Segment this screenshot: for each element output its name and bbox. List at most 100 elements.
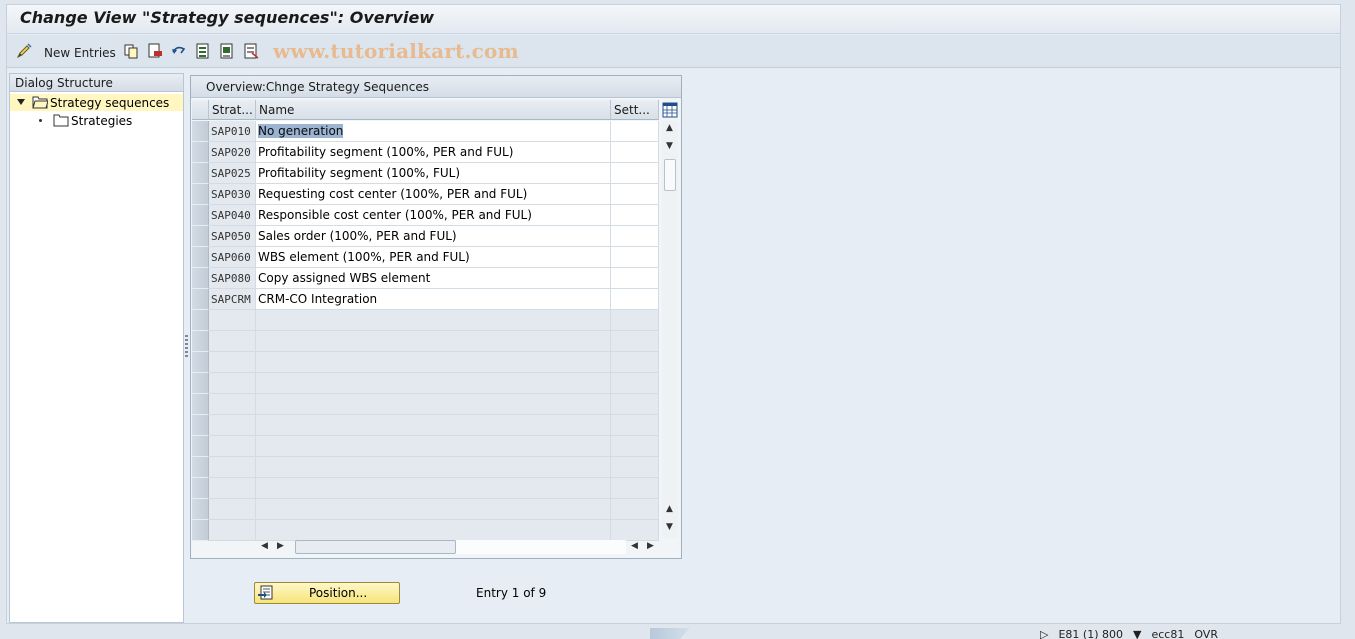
cell-strategy-code-empty (209, 331, 256, 352)
row-selector[interactable] (192, 184, 209, 205)
undo-icon[interactable] (171, 43, 187, 59)
horizontal-scrollbar-name[interactable]: ◀ ▶ (261, 539, 631, 555)
row-selector[interactable] (192, 163, 209, 184)
cell-name[interactable]: Sales order (100%, PER and FUL) (256, 226, 611, 247)
scroll-right-icon[interactable]: ▶ (277, 541, 284, 551)
cell-name-text: Responsible cost center (100%, PER and F… (258, 208, 532, 222)
cell-name-empty (256, 352, 611, 373)
cell-settings[interactable] (611, 247, 659, 268)
cell-settings[interactable] (611, 121, 659, 142)
cell-name-empty (256, 310, 611, 331)
cell-strategy-code: SAP050 (209, 226, 256, 247)
cell-name[interactable]: WBS element (100%, PER and FUL) (256, 247, 611, 268)
status-bar: ▷ E81 (1) 800 ▼ ecc81 OVR (1040, 628, 1218, 639)
status-system[interactable]: E81 (1) 800 (1058, 628, 1123, 639)
cell-strategy-code: SAP080 (209, 268, 256, 289)
row-selector[interactable] (192, 205, 209, 226)
new-entries-label: New Entries (44, 46, 116, 60)
application-toolbar: New Entries www.tutorialkart.com (7, 35, 1340, 68)
scroll-left-icon[interactable]: ◀ (261, 541, 268, 551)
scroll-down-bottom-icon[interactable]: ▼ (666, 522, 673, 532)
column-header-settings[interactable]: Sett... (611, 100, 659, 120)
row-selector[interactable] (192, 520, 209, 541)
open-folder-icon (32, 96, 48, 109)
cell-strategy-code-empty (209, 478, 256, 499)
row-selector[interactable] (192, 142, 209, 163)
tree-label-strategy-sequences: Strategy sequences (50, 95, 170, 110)
position-button[interactable]: Position... (254, 582, 400, 604)
table-settings-icon[interactable] (662, 102, 678, 118)
cell-settings[interactable] (611, 226, 659, 247)
status-mode[interactable]: OVR (1194, 628, 1218, 639)
scroll-up-bottom-icon[interactable]: ▲ (666, 504, 673, 514)
cell-name-text: CRM-CO Integration (258, 292, 378, 306)
cell-strategy-code-empty (209, 394, 256, 415)
row-selector[interactable] (192, 352, 209, 373)
copy-icon[interactable] (123, 43, 139, 59)
tree-item-strategy-sequences[interactable]: Strategy sequences (10, 94, 183, 111)
cell-settings[interactable] (611, 184, 659, 205)
scroll-left-settings-icon[interactable]: ◀ (631, 541, 638, 551)
cell-settings-empty (611, 436, 659, 457)
tree-label-strategies: Strategies (71, 113, 133, 128)
scroll-right-settings-icon[interactable]: ▶ (647, 541, 654, 551)
scroll-down-icon[interactable]: ▼ (666, 141, 673, 151)
column-header-strategy[interactable]: Strat... (209, 100, 256, 120)
row-selector[interactable] (192, 373, 209, 394)
row-selector[interactable] (192, 436, 209, 457)
cell-name[interactable]: Profitability segment (100%, PER and FUL… (256, 142, 611, 163)
expand-arrow-icon[interactable] (17, 99, 25, 105)
cell-name[interactable]: No generation (256, 121, 611, 142)
row-selector[interactable] (192, 478, 209, 499)
row-selector[interactable] (192, 331, 209, 352)
delete-icon[interactable] (147, 43, 163, 59)
cell-strategy-code: SAPCRM (209, 289, 256, 310)
sap-logo (650, 628, 690, 639)
vertical-scroll-thumb[interactable] (664, 159, 676, 191)
status-system-dropdown-icon[interactable]: ▼ (1133, 628, 1141, 639)
row-selector[interactable] (192, 289, 209, 310)
cell-settings[interactable] (611, 205, 659, 226)
position-icon (258, 585, 273, 600)
cell-strategy-code-empty (209, 457, 256, 478)
row-selector[interactable] (192, 226, 209, 247)
cell-name[interactable]: Responsible cost center (100%, PER and F… (256, 205, 611, 226)
select-all-icon[interactable] (195, 43, 211, 59)
cell-settings[interactable] (611, 142, 659, 163)
row-selector[interactable] (192, 394, 209, 415)
splitter-grip-icon (185, 335, 188, 357)
dialog-structure-pane: Dialog Structure Strategy sequences Stra… (9, 73, 184, 623)
scroll-up-icon[interactable]: ▲ (666, 123, 673, 133)
cell-name-empty (256, 520, 611, 541)
cell-settings-empty (611, 373, 659, 394)
row-selector[interactable] (192, 415, 209, 436)
cell-name-text: No generation (258, 124, 344, 138)
deselect-all-icon[interactable] (243, 43, 259, 59)
horizontal-scrollbar-settings[interactable]: ◀ ▶ (631, 539, 661, 555)
row-selector[interactable] (192, 457, 209, 478)
horizontal-scroll-thumb[interactable] (295, 540, 456, 554)
row-selector[interactable] (192, 268, 209, 289)
select-all-rows-header[interactable] (192, 100, 209, 120)
new-entries-button[interactable]: New Entries (44, 44, 116, 62)
status-play-icon[interactable]: ▷ (1040, 628, 1048, 639)
row-selector[interactable] (192, 121, 209, 142)
cell-settings[interactable] (611, 268, 659, 289)
select-block-icon[interactable] (219, 43, 235, 59)
app-window: Change View "Strategy sequences": Overvi… (6, 4, 1341, 624)
cell-name[interactable]: Profitability segment (100%, FUL) (256, 163, 611, 184)
cell-name[interactable]: CRM-CO Integration (256, 289, 611, 310)
row-selector[interactable] (192, 310, 209, 331)
horizontal-scroll-track (456, 540, 626, 554)
vertical-scrollbar[interactable]: ▲ ▼ ▲ ▼ (662, 121, 678, 538)
cell-name[interactable]: Requesting cost center (100%, PER and FU… (256, 184, 611, 205)
cell-settings[interactable] (611, 163, 659, 184)
tree-item-strategies[interactable]: Strategies (10, 112, 183, 129)
edit-pencil-icon[interactable] (16, 43, 32, 59)
column-header-name[interactable]: Name (256, 100, 611, 120)
row-selector[interactable] (192, 247, 209, 268)
position-button-label: Position... (309, 586, 368, 600)
row-selector[interactable] (192, 499, 209, 520)
cell-name[interactable]: Copy assigned WBS element (256, 268, 611, 289)
cell-settings[interactable] (611, 289, 659, 310)
